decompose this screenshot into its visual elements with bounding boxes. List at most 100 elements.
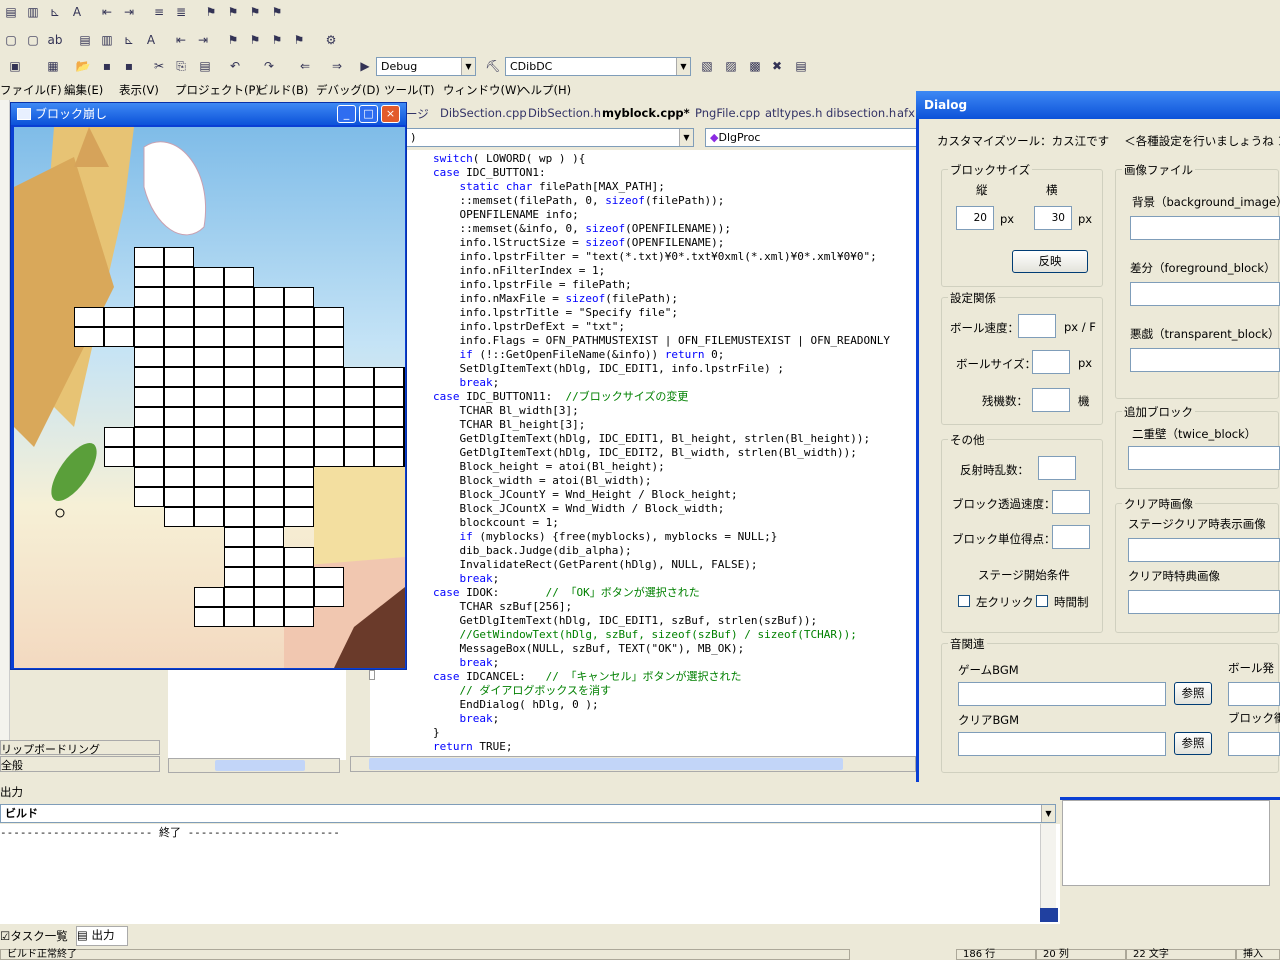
menu-build[interactable]: ビルド(B) bbox=[257, 82, 308, 98]
bookmark-icon[interactable]: ⚑ bbox=[224, 3, 242, 21]
ball-speed-input[interactable] bbox=[1018, 314, 1056, 338]
chevron-down-icon[interactable]: ▼ bbox=[676, 58, 690, 75]
dialog-titlebar[interactable]: Dialog bbox=[916, 91, 1280, 119]
lives-input[interactable] bbox=[1032, 388, 1070, 412]
fg-image-input[interactable] bbox=[1130, 282, 1280, 306]
tab-afx[interactable]: afx bbox=[897, 106, 915, 120]
toolbar-icon[interactable]: ▧ bbox=[698, 57, 716, 75]
bonus-input[interactable] bbox=[1128, 590, 1280, 614]
toolbar-icon[interactable]: ▥ bbox=[24, 3, 42, 21]
clipboard-ring-header[interactable]: リップボードリング bbox=[0, 740, 160, 756]
code-editor[interactable]: switch( LOWORD( wp ) ){case IDC_BUTTON1:… bbox=[366, 150, 918, 756]
undo-icon[interactable]: ↶ bbox=[226, 57, 244, 75]
bookmark-icon[interactable]: ⚑ bbox=[268, 31, 286, 49]
tab-dibsection-h-lower[interactable]: dibsection.h bbox=[826, 106, 896, 120]
tab-pngfile-cpp[interactable]: PngFile.cpp bbox=[695, 106, 760, 120]
bookmark-icon[interactable]: ⚑ bbox=[246, 31, 264, 49]
toolbar-icon[interactable]: A bbox=[68, 3, 86, 21]
indent-icon[interactable]: ⇥ bbox=[120, 3, 138, 21]
time-limit-checkbox[interactable] bbox=[1036, 595, 1048, 607]
toolbar-icon[interactable]: ▢ bbox=[24, 31, 42, 49]
close-button[interactable]: × bbox=[381, 105, 400, 123]
editor-hscrollbar[interactable] bbox=[350, 756, 916, 772]
list-icon[interactable]: ≣ bbox=[172, 3, 190, 21]
bookmark-icon[interactable]: ⚑ bbox=[268, 3, 286, 21]
stage-clear-input[interactable] bbox=[1128, 538, 1280, 562]
minimize-button[interactable]: _ bbox=[337, 105, 356, 123]
collapse-icon[interactable] bbox=[369, 670, 375, 680]
menu-tools[interactable]: ツール(T) bbox=[384, 82, 435, 98]
menu-help[interactable]: ヘルプ(H) bbox=[519, 82, 571, 98]
menu-edit[interactable]: 編集(E) bbox=[64, 82, 103, 98]
reflect-input[interactable] bbox=[1038, 456, 1076, 480]
navigate-icon[interactable]: ⇐ bbox=[296, 57, 314, 75]
chevron-down-icon[interactable]: ▼ bbox=[1041, 805, 1055, 822]
menu-file[interactable]: ファイル(F) bbox=[0, 82, 62, 98]
tab-dibsection-cpp[interactable]: DibSection.cpp bbox=[440, 106, 527, 120]
indent-icon[interactable]: ⇥ bbox=[194, 31, 212, 49]
tab-output[interactable]: ▤ 出力 bbox=[76, 926, 128, 946]
apply-button[interactable]: 反映 bbox=[1012, 250, 1088, 273]
transparency-input[interactable] bbox=[1052, 490, 1090, 514]
paste-icon[interactable]: ▤ bbox=[196, 57, 214, 75]
list-icon[interactable]: ≡ bbox=[150, 3, 168, 21]
output-text-area[interactable]: ----------------------- 終了 -------------… bbox=[0, 824, 1060, 924]
game-canvas[interactable] bbox=[14, 127, 405, 668]
menu-project[interactable]: プロジェクト(P) bbox=[175, 82, 260, 98]
start-icon[interactable]: ▶ bbox=[356, 57, 374, 75]
bg-image-input[interactable] bbox=[1130, 216, 1280, 240]
tab-partial[interactable]: ージ bbox=[406, 106, 429, 122]
general-header[interactable]: 全般 bbox=[0, 756, 160, 772]
left-click-checkbox[interactable] bbox=[958, 595, 970, 607]
bookmark-icon[interactable]: ⚑ bbox=[290, 31, 308, 49]
output-source-combo[interactable]: ビルド ▼ bbox=[0, 804, 1056, 823]
toolbar-icon[interactable]: ⊾ bbox=[46, 3, 64, 21]
toolbar-icon[interactable]: ab bbox=[46, 31, 64, 49]
block-se-input[interactable] bbox=[1228, 732, 1280, 756]
maximize-button[interactable]: □ bbox=[359, 105, 378, 123]
chevron-down-icon[interactable]: ▼ bbox=[679, 129, 693, 146]
tab-myblock-cpp[interactable]: myblock.cpp* bbox=[602, 106, 690, 120]
chevron-down-icon[interactable]: ▼ bbox=[461, 58, 475, 75]
bookmark-icon[interactable]: ⚑ bbox=[246, 3, 264, 21]
ball-se-input[interactable] bbox=[1228, 682, 1280, 706]
menu-debug[interactable]: デバッグ(D) bbox=[316, 82, 380, 98]
function-combo[interactable]: ◆DlgProc bbox=[705, 128, 917, 147]
cut-icon[interactable]: ✂ bbox=[150, 57, 168, 75]
new-file-icon[interactable]: ▦ bbox=[44, 57, 62, 75]
tab-task-list[interactable]: ☑タスク一覧 bbox=[0, 928, 74, 946]
class-combo[interactable]: CDibDC ▼ bbox=[505, 57, 691, 76]
outdent-icon[interactable]: ⇤ bbox=[172, 31, 190, 49]
bookmark-icon[interactable]: ⚑ bbox=[224, 31, 242, 49]
block-height-input[interactable]: 20 bbox=[956, 206, 994, 230]
toolbar-icon[interactable]: ▤ bbox=[76, 31, 94, 49]
tab-atltypes-h[interactable]: atltypes.h bbox=[765, 106, 822, 120]
toolbar-icon[interactable]: ▨ bbox=[722, 57, 740, 75]
toolbar-icon[interactable]: ▩ bbox=[746, 57, 764, 75]
twice-block-input[interactable] bbox=[1128, 446, 1280, 470]
game-bgm-browse-button[interactable]: 参照 bbox=[1174, 682, 1212, 705]
clear-bgm-browse-button[interactable]: 参照 bbox=[1174, 732, 1212, 755]
toolbar-icon[interactable]: ▥ bbox=[98, 31, 116, 49]
tab-dibsection-h[interactable]: DibSection.h bbox=[528, 106, 601, 120]
menu-window[interactable]: ウィンドウ(W) bbox=[443, 82, 521, 98]
trans-image-input[interactable] bbox=[1130, 348, 1280, 372]
save-all-icon[interactable]: ▪ bbox=[120, 57, 138, 75]
config-combo[interactable]: Debug ▼ bbox=[376, 57, 476, 76]
clear-bgm-input[interactable] bbox=[958, 732, 1166, 756]
output-scrollbar[interactable] bbox=[1040, 824, 1056, 920]
new-project-icon[interactable]: ▣ bbox=[6, 57, 24, 75]
points-input[interactable] bbox=[1052, 525, 1090, 549]
toolbar-icon[interactable]: ▢ bbox=[2, 31, 20, 49]
toolbar-icon[interactable]: ⊾ bbox=[120, 31, 138, 49]
bookmark-icon[interactable]: ⚑ bbox=[202, 3, 220, 21]
outdent-icon[interactable]: ⇤ bbox=[98, 3, 116, 21]
open-icon[interactable]: 📂 bbox=[74, 57, 92, 75]
menu-view[interactable]: 表示(V) bbox=[119, 82, 159, 98]
toolbar-icon[interactable]: A bbox=[142, 31, 160, 49]
toolbar-icon[interactable]: ▤ bbox=[792, 57, 810, 75]
toolbar-icon[interactable]: ▤ bbox=[2, 3, 20, 21]
redo-icon[interactable]: ↷ bbox=[260, 57, 278, 75]
game-bgm-input[interactable] bbox=[958, 682, 1166, 706]
find-icon[interactable]: ⇒ bbox=[328, 57, 346, 75]
